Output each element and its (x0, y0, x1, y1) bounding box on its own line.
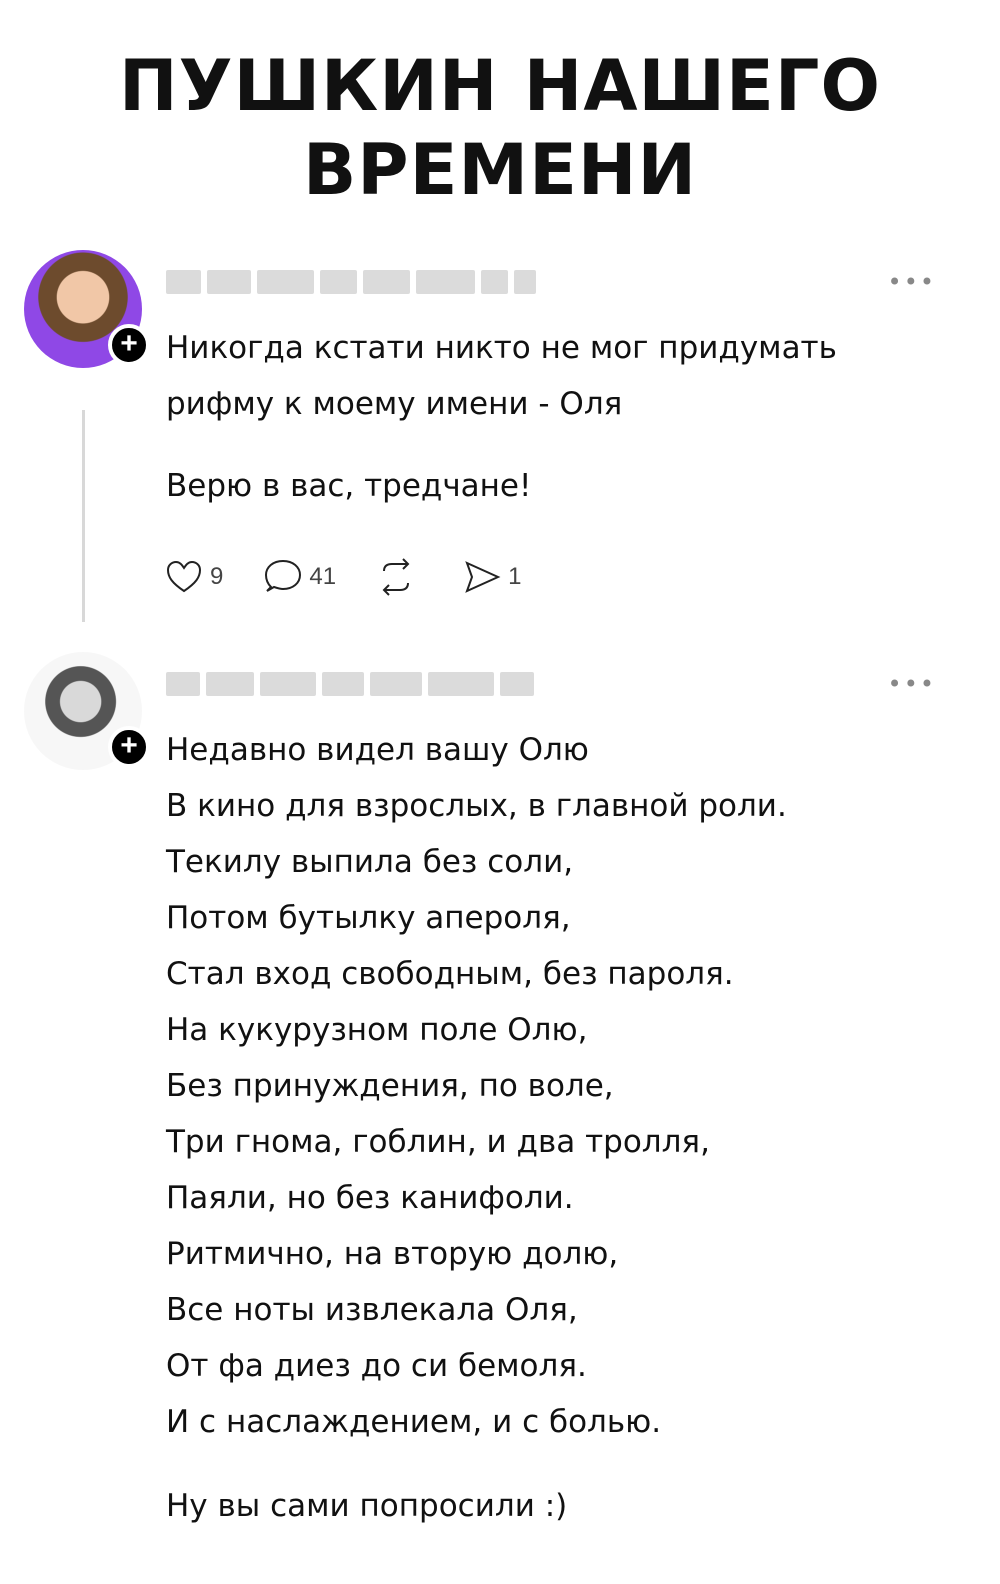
send-icon (465, 561, 501, 593)
post-1-actions: 9 41 1 (164, 550, 724, 604)
plus-icon[interactable]: + (108, 726, 150, 768)
poem-line: От фа диез до си бемоля. (166, 1348, 587, 1384)
comment-icon (265, 559, 302, 592)
author-avatar-1[interactable]: + (24, 250, 150, 372)
blurred-username-1[interactable] (166, 268, 536, 296)
post-1-line-1: Никогда кстати никто не мог придумать (166, 330, 837, 366)
like-button[interactable]: 9 (164, 557, 223, 597)
poem-line: Три гнома, гоблин, и два тролля, (166, 1124, 710, 1160)
poem-line: Потом бутылку апероля, (166, 900, 571, 936)
poem-line: В кино для взрослых, в главной роли. (166, 788, 787, 824)
headline-line-2: ВРЕМЕНИ (302, 129, 698, 211)
repost-icon (382, 558, 410, 596)
repost-button[interactable] (376, 557, 422, 597)
thread-line (82, 410, 85, 622)
author-avatar-2[interactable]: + (24, 652, 150, 774)
reply-button[interactable]: 41 (263, 557, 336, 597)
post-2: + ••• Недавно видел вашу Олю В кино для … (0, 652, 1000, 1572)
headline: ПУШКИН НАШЕГО ВРЕМЕНИ (0, 44, 1000, 212)
poem-line: Все ноты извлекала Оля, (166, 1292, 578, 1328)
poem-line: Текилу выпила без соли, (166, 844, 574, 880)
poem-line: Без принуждения, по воле, (166, 1068, 614, 1104)
poem-line: Стал вход свободным, без пароля. (166, 956, 734, 992)
poem: Недавно видел вашу Олю В кино для взросл… (166, 722, 966, 1534)
like-count: 9 (210, 563, 224, 590)
post-1-text: Никогда кстати никто не мог придумать ри… (166, 320, 966, 514)
share-button[interactable]: 1 (462, 557, 521, 597)
reply-count: 41 (309, 563, 337, 590)
poem-line: Недавно видел вашу Олю (166, 732, 589, 768)
post-1: + ••• Никогда кстати никто не мог придум… (0, 250, 1000, 630)
closing-line: Ну вы сами попросили :) (166, 1488, 568, 1524)
plus-icon[interactable]: + (108, 324, 150, 366)
more-icon[interactable]: ••• (888, 670, 936, 698)
blurred-username-2[interactable] (166, 670, 536, 698)
more-icon[interactable]: ••• (888, 268, 936, 296)
poem-line: Паяли, но без канифоли. (166, 1180, 574, 1216)
poem-line: Ритмично, на вторую долю, (166, 1236, 619, 1272)
headline-line-1: ПУШКИН НАШЕГО (119, 45, 881, 127)
share-count: 1 (508, 563, 522, 590)
heart-icon (166, 560, 202, 593)
post-1-line-2: рифму к моему имени - Оля (166, 386, 623, 422)
post-1-line-3: Верю в вас, тредчане! (166, 468, 532, 504)
poem-line: И с наслаждением, и с болью. (166, 1404, 662, 1440)
poem-line: На кукурузном поле Олю, (166, 1012, 588, 1048)
